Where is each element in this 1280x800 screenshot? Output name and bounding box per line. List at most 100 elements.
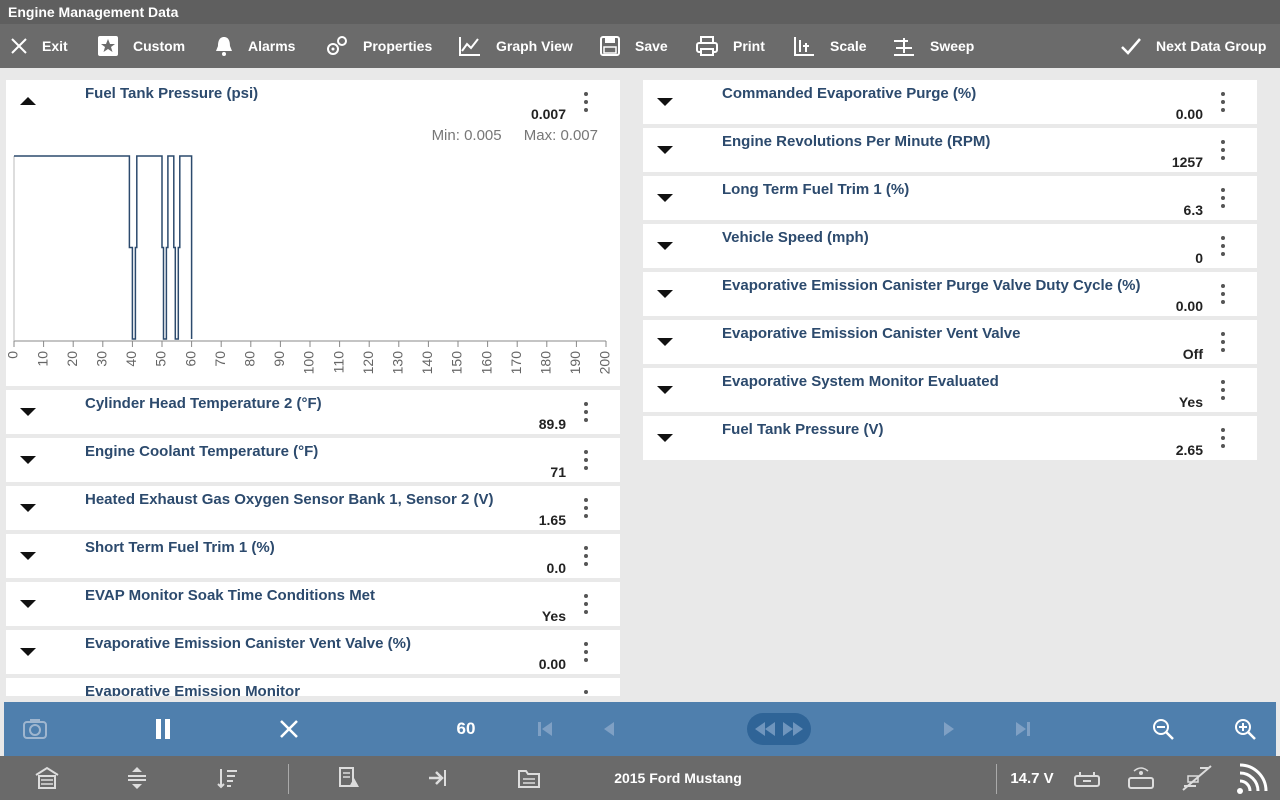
left-pid-column[interactable]: Fuel Tank Pressure (psi) 0.007 Min: 0.00… (6, 80, 620, 696)
sweep-button[interactable]: Sweep (892, 24, 974, 68)
expand-rows-button[interactable] (120, 756, 154, 800)
expand-arrow-icon[interactable] (20, 408, 36, 416)
save-button[interactable]: Save (599, 24, 668, 68)
pause-button[interactable] (146, 702, 180, 756)
expand-arrow-icon[interactable] (657, 386, 673, 394)
fast-scroll-button[interactable] (746, 702, 812, 756)
collapse-rows-button[interactable] (210, 756, 244, 800)
x-tick-label: 20 (64, 351, 80, 367)
data-list-area: Fuel Tank Pressure (psi) 0.007 Min: 0.00… (0, 68, 1280, 702)
graph-pid-panel[interactable]: Fuel Tank Pressure (psi) 0.007 Min: 0.00… (6, 80, 620, 386)
skip-to-end-button[interactable] (1008, 702, 1038, 756)
custom-label: Custom (133, 38, 186, 54)
frame-counter: 60 (456, 719, 476, 738)
pid-row[interactable]: Evaporative Emission Canister Vent Valve… (6, 630, 620, 674)
expand-arrow-icon[interactable] (20, 504, 36, 512)
pid-row[interactable]: Evaporative System Monitor Evaluated Yes (643, 368, 1257, 412)
skip-to-start-button[interactable] (530, 702, 560, 756)
zoom-in-button[interactable] (1228, 702, 1262, 756)
pid-row[interactable]: Fuel Tank Pressure (V) 2.65 (643, 416, 1257, 460)
pid-row[interactable]: Engine Coolant Temperature (°F) 71 (6, 438, 620, 482)
save-label: Save (635, 38, 668, 54)
home-button[interactable] (30, 756, 64, 800)
zoom-out-button[interactable] (1146, 702, 1180, 756)
wifi-status[interactable] (1232, 756, 1276, 800)
expand-arrow-icon[interactable] (657, 338, 673, 346)
right-pid-list: Commanded Evaporative Purge (%) 0.00 Engin… (643, 80, 1257, 460)
x-tick-label: 80 (242, 351, 258, 367)
camera-icon (23, 719, 47, 739)
print-label: Print (733, 38, 765, 54)
dongle-status[interactable] (1070, 756, 1104, 800)
wireless-device-status[interactable] (1124, 756, 1158, 800)
pid-value: 89.9 (538, 416, 566, 432)
pid-row[interactable]: Long Term Fuel Trim 1 (%) 6.3 (643, 176, 1257, 220)
saved-files-button[interactable] (512, 756, 546, 800)
exit-button[interactable]: Exit (10, 24, 68, 68)
more-options-icon[interactable] (1221, 236, 1225, 258)
list-sort-icon (217, 769, 237, 789)
pid-row[interactable]: Engine Revolutions Per Minute (RPM) 1257 (643, 128, 1257, 172)
more-options-icon[interactable] (584, 546, 588, 568)
wireless-scanner-icon (1128, 767, 1154, 789)
expand-arrow-icon[interactable] (20, 648, 36, 656)
x-tick-label: 70 (212, 351, 228, 367)
expand-arrow-icon[interactable] (657, 194, 673, 202)
expand-arrow-icon[interactable] (20, 552, 36, 560)
collapse-arrow-icon[interactable] (20, 97, 36, 105)
properties-button[interactable]: Properties (325, 24, 432, 68)
pid-row[interactable]: Commanded Evaporative Purge (%) 0.00 (643, 80, 1257, 124)
pid-name: Fuel Tank Pressure (V) (722, 421, 884, 438)
pid-row[interactable]: Evaporative Emission Canister Vent Valve… (643, 320, 1257, 364)
export-arrow-icon (429, 770, 446, 786)
pid-name: Engine Revolutions Per Minute (RPM) (722, 133, 991, 150)
scale-button[interactable]: Scale (792, 24, 867, 68)
expand-arrow-icon[interactable] (657, 434, 673, 442)
more-options-icon[interactable] (584, 594, 588, 616)
vehicle-report-button[interactable] (332, 756, 366, 800)
more-options-icon[interactable] (1221, 140, 1225, 162)
custom-button[interactable]: Custom (97, 24, 185, 68)
skip-back-icon (538, 722, 552, 736)
expand-arrow-icon[interactable] (657, 146, 673, 154)
expand-arrow-icon[interactable] (20, 456, 36, 464)
expand-arrow-icon[interactable] (657, 98, 673, 106)
more-options-icon[interactable] (1221, 188, 1225, 210)
x-tick-label: 60 (182, 351, 198, 367)
more-options-icon[interactable] (1221, 92, 1225, 114)
expand-arrow-icon[interactable] (657, 290, 673, 298)
pid-row[interactable]: Evaporative Emission Canister Purge Valv… (643, 272, 1257, 316)
right-pid-column[interactable]: Commanded Evaporative Purge (%) 0.00 Engin… (643, 80, 1257, 464)
pid-row[interactable]: EVAP Monitor Soak Time Conditions Met Yes (6, 582, 620, 626)
graph-view-button[interactable]: Graph View (458, 24, 573, 68)
vci-device-icon (1074, 772, 1100, 787)
more-options-icon[interactable] (1221, 332, 1225, 354)
pid-row[interactable]: Cylinder Head Temperature 2 (°F) 89.9 (6, 390, 620, 434)
pid-row[interactable]: Evaporative Emission Monitor (6, 678, 620, 696)
more-options-icon[interactable] (584, 450, 588, 472)
more-options-icon[interactable] (1221, 380, 1225, 402)
next-data-group-button[interactable]: Next Data Group (1120, 24, 1266, 68)
alarms-button[interactable]: Alarms (214, 24, 295, 68)
more-options-icon[interactable] (584, 690, 588, 696)
pid-value: 0.00 (538, 656, 566, 672)
transfer-button[interactable] (422, 756, 456, 800)
more-options-icon[interactable] (1221, 428, 1225, 450)
expand-arrow-icon[interactable] (657, 242, 673, 250)
more-options-icon[interactable] (584, 402, 588, 424)
step-back-button[interactable] (594, 702, 624, 756)
pid-value: 71 (550, 464, 566, 480)
more-options-icon[interactable] (1221, 284, 1225, 306)
pid-row[interactable]: Vehicle Speed (mph) 0 (643, 224, 1257, 268)
expand-arrow-icon[interactable] (20, 600, 36, 608)
more-options-icon[interactable] (584, 498, 588, 520)
more-options-icon[interactable] (584, 92, 588, 114)
more-options-icon[interactable] (584, 642, 588, 664)
step-forward-button[interactable] (934, 702, 964, 756)
clear-button[interactable] (272, 702, 306, 756)
pid-row[interactable]: Short Term Fuel Trim 1 (%) 0.0 (6, 534, 620, 578)
snapshot-button[interactable] (18, 702, 52, 756)
print-button[interactable]: Print (695, 24, 765, 68)
pid-row[interactable]: Heated Exhaust Gas Oxygen Sensor Bank 1,… (6, 486, 620, 530)
connection-tool-status[interactable] (1178, 756, 1216, 800)
